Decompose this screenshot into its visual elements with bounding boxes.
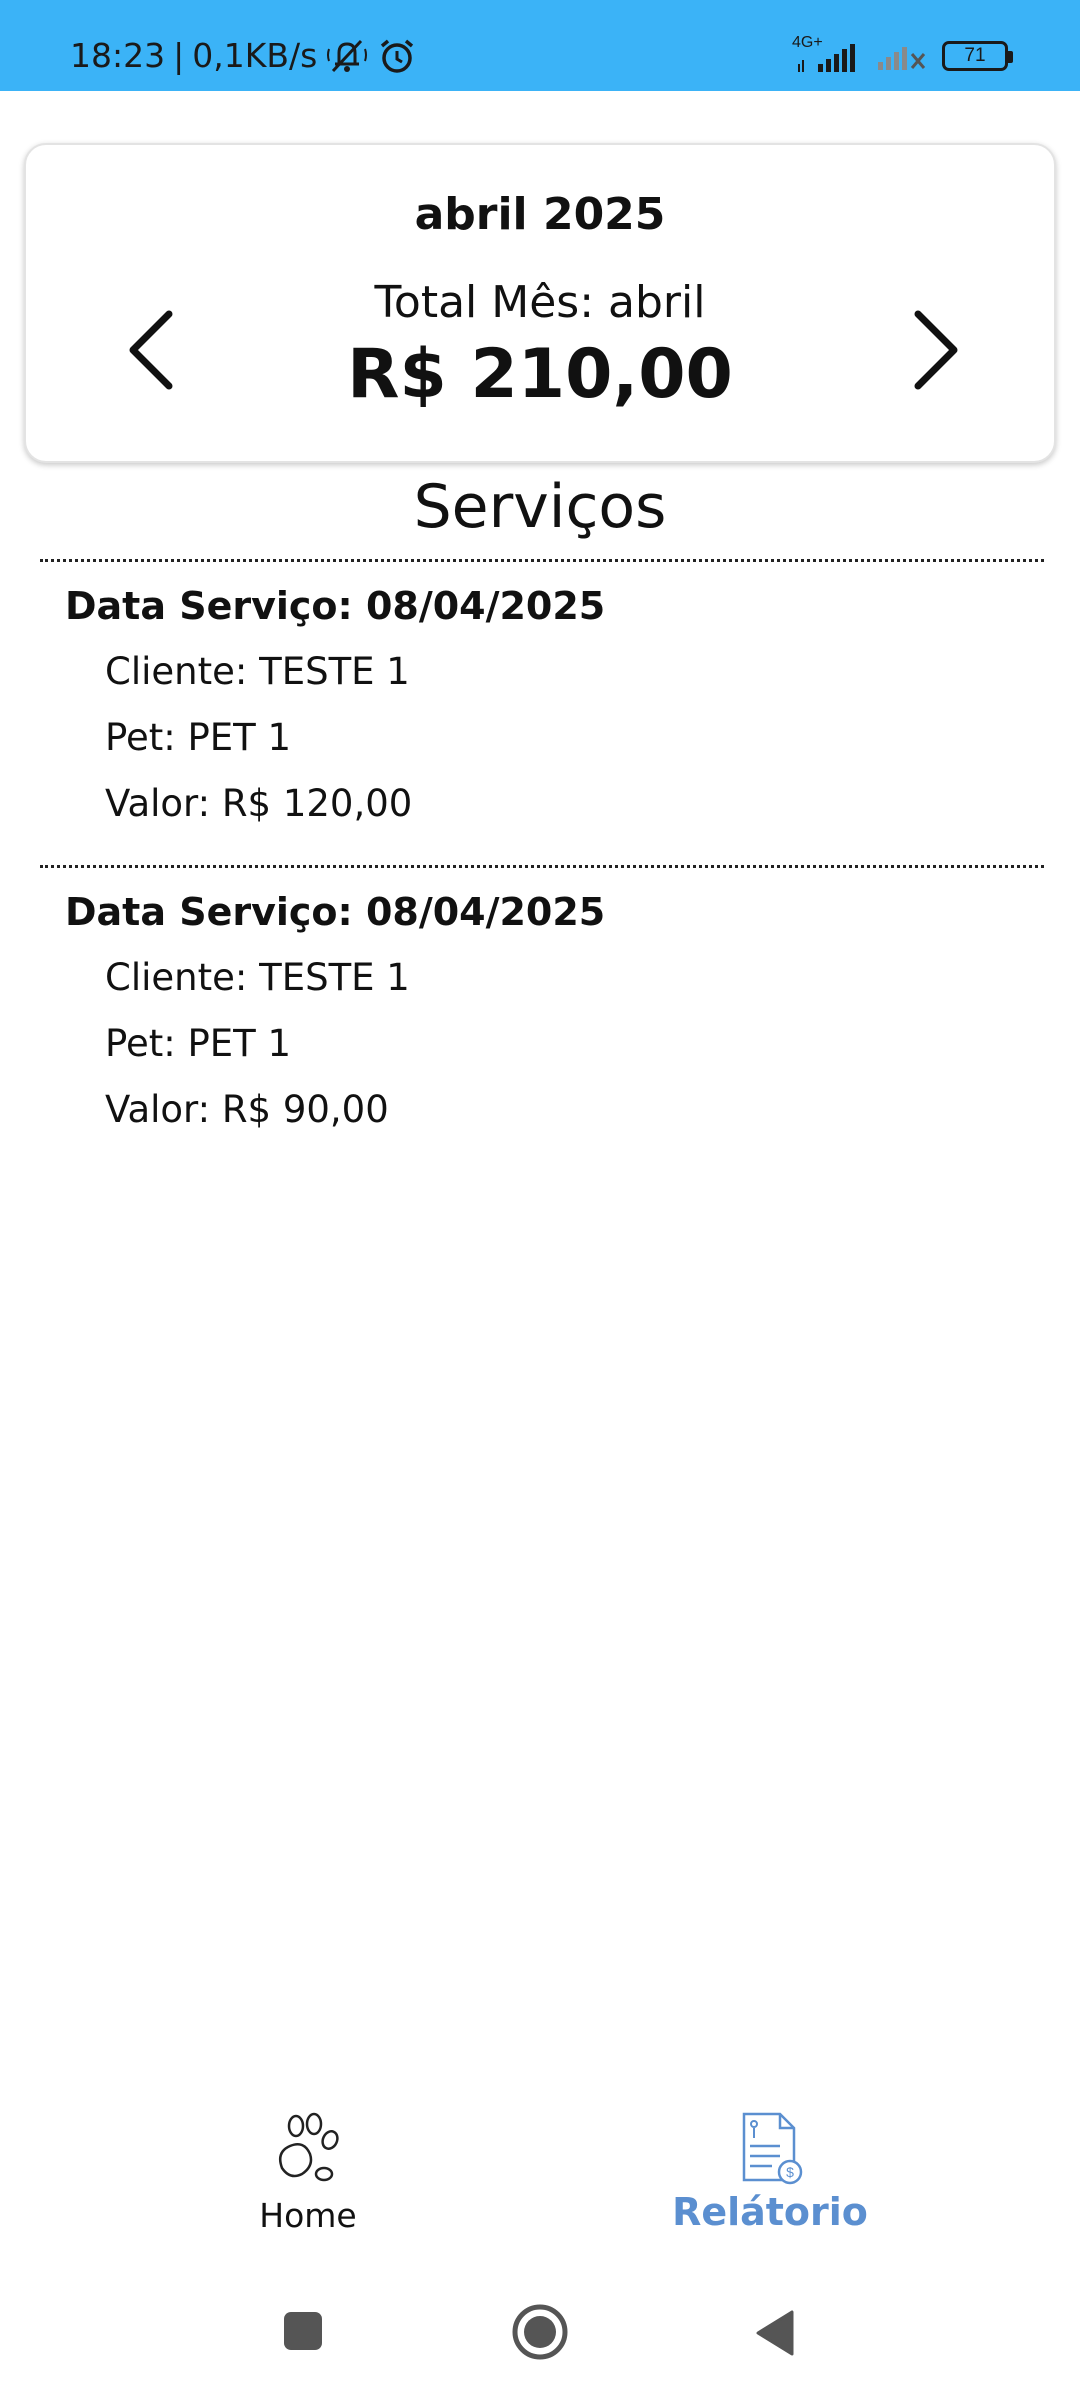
battery-icon: 71 [942,41,1013,71]
service-client: Cliente: TESTE 1 [105,956,410,999]
month-summary-card: abril 2025 Total Mês: abril R$ 210,00 [24,143,1056,463]
nav-report[interactable]: $ Relátorio [620,2110,920,2234]
circle-icon [512,2304,568,2360]
system-home-button[interactable] [510,2304,570,2366]
list-item[interactable]: Data Serviço: 08/04/2025 Cliente: TESTE … [40,559,1044,865]
report-document-icon: $ [742,2112,803,2185]
nav-home[interactable]: Home [158,2110,458,2235]
bottom-navigation: Home $ Relátorio [0,2110,1080,2260]
service-client: Cliente: TESTE 1 [105,650,410,693]
square-icon [284,2312,322,2350]
system-navigation-bar [0,2290,1080,2400]
next-month-button[interactable] [906,300,966,400]
status-bar: 18:23 | 0,1KB/s 4G+ 71 [0,0,1080,91]
bell-off-icon [325,37,369,75]
month-title: abril 2025 [414,189,666,240]
status-right: 4G+ 71 [792,34,1013,76]
service-list: Data Serviço: 08/04/2025 Cliente: TESTE … [40,559,1044,1171]
status-speed: 0,1KB/s [192,36,318,75]
back-button[interactable] [754,2310,796,2360]
alarm-icon [377,37,417,75]
chevron-right-icon [914,310,958,390]
service-pet: Pet: PET 1 [105,1022,292,1065]
service-pet: Pet: PET 1 [105,716,292,759]
signal-x-icon [876,36,928,76]
service-date: Data Serviço: 08/04/2025 [65,584,606,628]
list-item[interactable]: Data Serviço: 08/04/2025 Cliente: TESTE … [40,865,1044,1171]
status-time: 18:23 [70,36,166,75]
services-title: Serviços [413,472,667,542]
service-value: Valor: R$ 120,00 [105,782,413,825]
status-separator: | [173,36,185,75]
recent-apps-button[interactable] [282,2310,324,2356]
previous-month-button[interactable] [121,300,181,400]
chevron-left-icon [129,310,173,390]
back-triangle-icon [756,2310,794,2356]
paw-icon [279,2112,339,2182]
service-date: Data Serviço: 08/04/2025 [65,890,606,934]
status-left: 18:23 | 0,1KB/s [70,36,417,75]
signal-icon: 4G+ [792,34,862,74]
nav-report-label: Relátorio [672,2190,868,2234]
service-value: Valor: R$ 90,00 [105,1088,389,1131]
nav-home-label: Home [259,2196,357,2235]
svg-text:$: $ [786,2164,794,2180]
